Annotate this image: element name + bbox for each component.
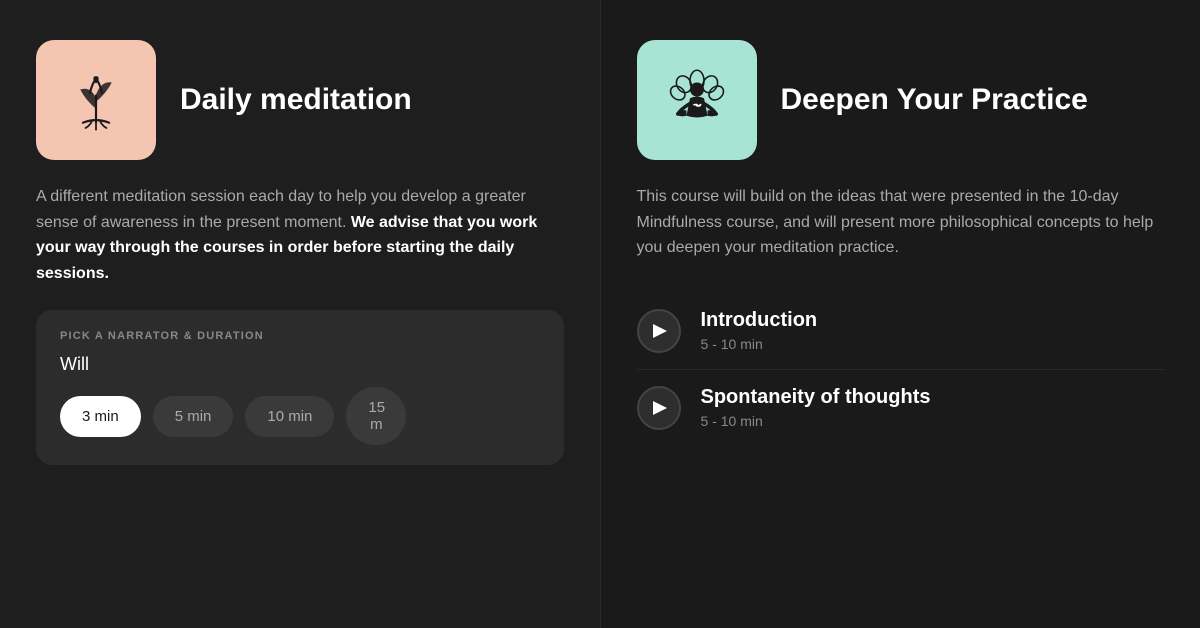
left-icon-box <box>36 40 156 160</box>
plant-icon <box>61 65 131 135</box>
right-title: Deepen Your Practice <box>781 82 1088 118</box>
narrator-name: Will <box>60 354 540 375</box>
play-button-introduction[interactable] <box>637 309 681 353</box>
lesson-info-introduction: Introduction 5 - 10 min <box>701 309 818 352</box>
lesson-title-spontaneity: Spontaneity of thoughts <box>701 386 931 409</box>
duration-5min[interactable]: 5 min <box>153 396 234 437</box>
play-icon-2 <box>653 401 667 415</box>
left-title: Daily meditation <box>180 82 412 118</box>
lesson-item-introduction: Introduction 5 - 10 min <box>637 293 1165 370</box>
duration-3min[interactable]: 3 min <box>60 396 141 437</box>
duration-row: 3 min 5 min 10 min 15 m <box>60 387 540 445</box>
lesson-info-spontaneity: Spontaneity of thoughts 5 - 10 min <box>701 386 931 429</box>
lesson-duration-spontaneity: 5 - 10 min <box>701 413 931 429</box>
left-description: A different meditation session each day … <box>36 184 564 286</box>
play-icon <box>653 324 667 338</box>
play-button-spontaneity[interactable] <box>637 386 681 430</box>
right-icon-box <box>637 40 757 160</box>
right-description: This course will build on the ideas that… <box>637 184 1165 261</box>
duration-10min[interactable]: 10 min <box>245 396 334 437</box>
duration-15min[interactable]: 15 m <box>346 387 406 445</box>
lesson-item-spontaneity: Spontaneity of thoughts 5 - 10 min <box>637 370 1165 446</box>
lessons-list: Introduction 5 - 10 min Spontaneity of t… <box>637 293 1165 446</box>
right-header: Deepen Your Practice <box>637 40 1165 160</box>
lesson-duration-introduction: 5 - 10 min <box>701 336 818 352</box>
left-header: Daily meditation <box>36 40 564 160</box>
lesson-title-introduction: Introduction <box>701 309 818 332</box>
narrator-picker: PICK A NARRATOR & DURATION Will 3 min 5 … <box>36 310 564 465</box>
meditation-icon <box>662 65 732 135</box>
picker-label: PICK A NARRATOR & DURATION <box>60 330 540 342</box>
right-panel: Deepen Your Practice This course will bu… <box>601 0 1200 628</box>
left-panel: Daily meditation A different meditation … <box>0 0 601 628</box>
